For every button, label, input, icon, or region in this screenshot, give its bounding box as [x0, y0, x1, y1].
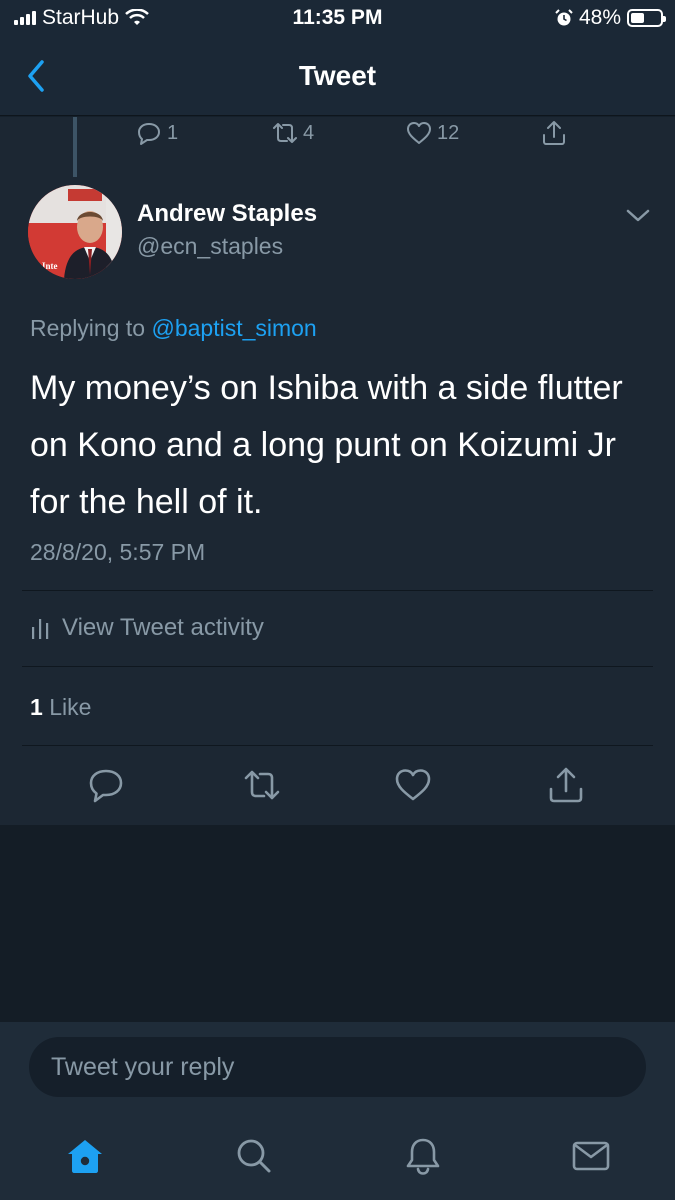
- divider: [22, 590, 653, 591]
- messages-icon: [572, 1141, 610, 1171]
- share-icon: [543, 121, 565, 145]
- tab-search[interactable]: [233, 1136, 273, 1176]
- author-name[interactable]: Andrew Staples: [137, 200, 317, 228]
- status-right: 48%: [555, 6, 666, 30]
- previous-tweet-actions: 1 4 12: [0, 117, 675, 157]
- retweet-icon: [244, 770, 280, 800]
- battery-percent: 48%: [578, 6, 621, 29]
- battery-fill: [631, 13, 645, 23]
- likes-label: Like: [49, 694, 92, 720]
- tab-home[interactable]: [65, 1136, 105, 1176]
- like-button[interactable]: [393, 765, 433, 805]
- tweet-detail: 1 4 12 Inte Andrew Staples @ecn_staples …: [0, 117, 675, 825]
- search-icon: [237, 1139, 271, 1173]
- svg-text:Inte: Inte: [42, 261, 58, 271]
- previous-reply-count: 1: [167, 121, 179, 144]
- analytics-icon: [32, 619, 49, 639]
- nav-bar: Tweet: [0, 36, 675, 116]
- retweet-button[interactable]: [242, 765, 282, 805]
- likes-summary[interactable]: 1 Like: [30, 694, 91, 721]
- previous-like-button[interactable]: 12: [405, 119, 459, 147]
- previous-like-count: 12: [437, 121, 460, 144]
- retweet-icon: [273, 123, 297, 143]
- view-tweet-activity-button[interactable]: View Tweet activity: [30, 614, 264, 642]
- heart-icon: [395, 769, 431, 801]
- avatar[interactable]: Inte: [28, 185, 122, 279]
- notifications-icon: [406, 1138, 440, 1175]
- previous-retweet-count: 4: [303, 121, 315, 144]
- previous-retweet-button[interactable]: 4: [271, 119, 314, 147]
- divider: [22, 745, 653, 746]
- alarm-icon: [555, 9, 573, 26]
- reply-button[interactable]: [86, 765, 126, 805]
- tweet-timestamp: 28/8/20, 5:57 PM: [30, 539, 206, 565]
- previous-share-button[interactable]: [540, 119, 568, 147]
- tweet-action-bar: [0, 765, 675, 809]
- replying-to-link[interactable]: @baptist_simon: [151, 315, 316, 341]
- view-tweet-activity-label: View Tweet activity: [62, 614, 264, 641]
- avatar-image: Inte: [28, 185, 122, 279]
- replying-prefix: Replying to: [30, 315, 146, 341]
- heart-icon: [407, 122, 431, 144]
- chevron-down-icon[interactable]: [624, 205, 652, 225]
- author-handle[interactable]: @ecn_staples: [137, 233, 283, 260]
- share-icon: [549, 767, 583, 803]
- empty-space: [0, 825, 675, 1022]
- previous-reply-button[interactable]: 1: [135, 119, 178, 147]
- tab-bar: [0, 1112, 675, 1200]
- replying-to: Replying to @baptist_simon: [30, 315, 317, 342]
- likes-count: 1: [30, 694, 43, 720]
- reply-input[interactable]: [29, 1037, 646, 1097]
- status-bar: StarHub 11:35 PM 48%: [0, 0, 675, 36]
- battery-icon: [627, 9, 666, 27]
- share-button[interactable]: [546, 765, 586, 805]
- tweet-text: My money’s on Ishiba with a side flutter…: [30, 369, 623, 521]
- reply-bar: [0, 1022, 675, 1112]
- tab-notifications[interactable]: [403, 1136, 443, 1176]
- tab-messages[interactable]: [571, 1136, 611, 1176]
- divider: [22, 666, 653, 667]
- home-icon: [68, 1140, 102, 1173]
- reply-icon: [89, 769, 123, 803]
- page-title: Tweet: [298, 60, 377, 91]
- reply-icon: [138, 123, 160, 145]
